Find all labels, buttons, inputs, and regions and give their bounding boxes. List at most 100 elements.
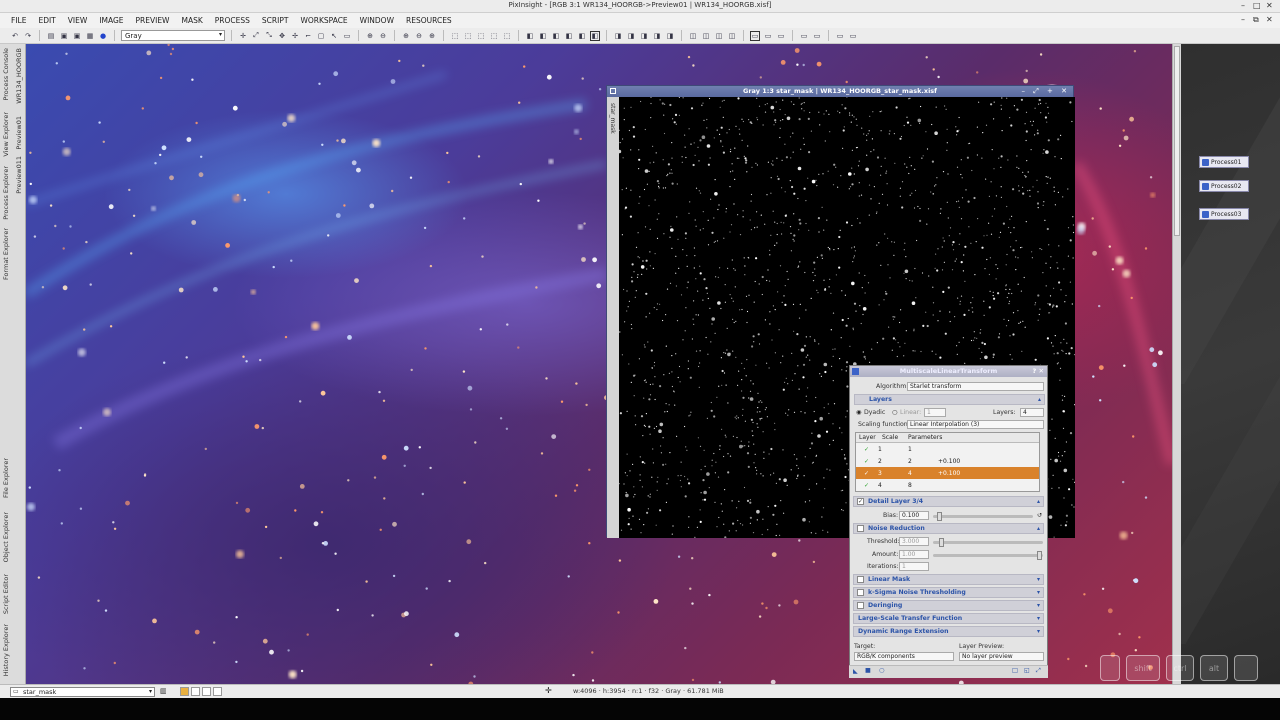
color-icon[interactable]: ● — [98, 31, 108, 41]
table-row[interactable]: ✓ 2 2 +0.100 — [856, 455, 1039, 467]
channel-g-icon[interactable] — [202, 687, 211, 696]
menu-file[interactable]: FILE — [5, 16, 32, 25]
scaling-select[interactable]: Linear Interpolation (3) — [907, 420, 1044, 429]
window-buttons[interactable]: – ⤢ + ✕ — [1021, 86, 1070, 97]
threshold-slider-knob[interactable] — [939, 538, 944, 547]
lock-icon[interactable]: ▥ — [160, 687, 167, 695]
tab-view-explorer[interactable]: View Explorer — [2, 112, 10, 157]
maximize-icon[interactable]: □ — [1253, 1, 1261, 10]
pan-icon[interactable]: ✥ — [277, 31, 287, 41]
check-icon[interactable]: ✓ — [856, 470, 878, 477]
window-2-icon[interactable]: ▭ — [812, 31, 822, 41]
threshold-field[interactable]: 3.000 — [899, 537, 929, 546]
fit-icon[interactable]: ⤢ — [251, 31, 261, 41]
preview-delete-icon[interactable]: ⬚ — [502, 31, 512, 41]
preview-restore-icon[interactable]: ⬚ — [489, 31, 499, 41]
menu-mask[interactable]: MASK — [175, 16, 208, 25]
center-icon[interactable]: ✢ — [290, 31, 300, 41]
tab-format-explorer[interactable]: Format Explorer — [2, 228, 10, 280]
crop-icon[interactable]: ⌐ — [303, 31, 313, 41]
zoom-fit-icon[interactable]: ⤡ — [264, 31, 274, 41]
doc-close-icon[interactable]: ✕ — [1266, 15, 1273, 24]
tab-script-editor[interactable]: Script Editor — [2, 574, 10, 614]
star-mask-side-tab[interactable]: star_mask — [607, 97, 619, 538]
window-1-icon[interactable]: ▭ — [799, 31, 809, 41]
mlt-title-bar[interactable]: MultiscaleLinearTransform ? ✕ — [850, 366, 1047, 377]
dialog-close-icon[interactable]: ? ✕ — [1033, 366, 1044, 377]
collapse-icon[interactable]: ▴ — [1037, 524, 1040, 533]
maximize-dialog-icon[interactable]: ⤢ — [1036, 667, 1041, 675]
zoom-out-icon[interactable]: ⊖ — [378, 31, 388, 41]
preview-store-icon[interactable]: ⬚ — [476, 31, 486, 41]
tab-history-explorer[interactable]: History Explorer — [2, 624, 10, 676]
zoom-2-icon[interactable]: ⊖ — [414, 31, 424, 41]
iterations-field[interactable]: 1 — [899, 562, 929, 571]
layout-2-icon[interactable]: ◫ — [701, 31, 711, 41]
menu-workspace[interactable]: WORKSPACE — [294, 16, 353, 25]
layer-preview-select[interactable]: No layer preview — [959, 652, 1044, 661]
redo-icon[interactable]: ↷ — [23, 31, 33, 41]
close-image-icon[interactable]: ▦ — [85, 31, 95, 41]
expand-icon[interactable]: ▾ — [1037, 575, 1040, 584]
window-menu-icon[interactable] — [610, 88, 616, 94]
stf-3-icon[interactable]: ◨ — [639, 31, 649, 41]
zoom-1-icon[interactable]: ⊕ — [401, 31, 411, 41]
mask-3-icon[interactable]: ◧ — [551, 31, 561, 41]
view-selector[interactable]: ▭ star_mask ▾ — [10, 687, 155, 697]
preview-icon[interactable]: ◱ — [1024, 667, 1030, 674]
tab-preview011[interactable]: Preview011 — [15, 156, 23, 194]
amount-slider-knob[interactable] — [1037, 551, 1042, 560]
expand-icon[interactable]: ▾ — [1037, 588, 1040, 597]
channel-r-icon[interactable] — [191, 687, 200, 696]
amount-slider[interactable] — [933, 551, 1043, 560]
expand-icon[interactable]: ▾ — [1037, 627, 1040, 636]
ksigma-checkbox[interactable] — [857, 589, 864, 596]
reset-icon[interactable]: ↺ — [1037, 512, 1042, 519]
process-icon-1[interactable]: Process01 — [1199, 156, 1249, 168]
amount-field[interactable]: 1.00 — [899, 550, 929, 559]
rect-select-icon[interactable]: ▢ — [316, 31, 326, 41]
linear-spin[interactable]: 1 — [924, 408, 946, 417]
tab-preview01[interactable]: Preview01 — [15, 116, 23, 150]
channel-rgb-icon[interactable] — [180, 687, 189, 696]
save-as-icon[interactable]: ▣ — [72, 31, 82, 41]
bias-field[interactable]: 0.100 — [899, 511, 929, 520]
bias-slider-knob[interactable] — [937, 512, 942, 521]
detail-layer-section[interactable]: ✓ Detail Layer 3/4 ▴ — [853, 496, 1044, 507]
stf-2-icon[interactable]: ◨ — [626, 31, 636, 41]
screen-3-icon[interactable]: ▭ — [776, 31, 786, 41]
mask-show-icon[interactable]: ◧ — [590, 30, 600, 41]
cursor-icon[interactable]: ✛ — [238, 31, 248, 41]
mask-2-icon[interactable]: ◧ — [538, 31, 548, 41]
layers-section-header[interactable]: Layers ▴ — [854, 394, 1045, 405]
ksigma-section[interactable]: k-Sigma Noise Thresholding ▾ — [853, 587, 1044, 598]
target-select[interactable]: RGB/K components — [854, 652, 954, 661]
info-icon[interactable]: ▭ — [342, 31, 352, 41]
preview-edit-icon[interactable]: ⬚ — [463, 31, 473, 41]
doc-restore-icon[interactable]: ⧉ — [1253, 15, 1259, 25]
mask-5-icon[interactable]: ◧ — [577, 31, 587, 41]
stf-1-icon[interactable]: ◨ — [613, 31, 623, 41]
tab-process-console[interactable]: Process Console — [2, 48, 10, 101]
threshold-slider[interactable] — [933, 538, 1043, 547]
open-icon[interactable]: ▤ — [46, 31, 56, 41]
menu-image[interactable]: IMAGE — [93, 16, 129, 25]
noise-reduction-section[interactable]: Noise Reduction ▴ — [853, 523, 1044, 534]
channel-b-icon[interactable] — [213, 687, 222, 696]
tool-2-icon[interactable]: ▭ — [848, 31, 858, 41]
layout-1-icon[interactable]: ◫ — [688, 31, 698, 41]
menu-script[interactable]: SCRIPT — [256, 16, 295, 25]
table-row[interactable]: ✓ 4 8 — [856, 479, 1039, 491]
tab-wr134-hoorgb[interactable]: WR134_HOORGB — [15, 48, 23, 104]
algorithm-select[interactable]: Starlet transform — [907, 382, 1044, 391]
check-icon[interactable]: ✓ — [856, 482, 878, 489]
layer-table[interactable]: Layer Scale Parameters ✓ 1 1 ✓ 2 2 +0.10… — [855, 432, 1040, 492]
stf-4-icon[interactable]: ◨ — [652, 31, 662, 41]
menu-process[interactable]: PROCESS — [209, 16, 256, 25]
scrollbar-thumb[interactable] — [1174, 46, 1180, 236]
vertical-scrollbar[interactable] — [1172, 44, 1181, 684]
deringing-checkbox[interactable] — [857, 602, 864, 609]
apply-global-icon[interactable]: ○ — [879, 667, 884, 674]
noise-enable-checkbox[interactable] — [857, 525, 864, 532]
expand-icon[interactable]: ▾ — [1037, 614, 1040, 623]
